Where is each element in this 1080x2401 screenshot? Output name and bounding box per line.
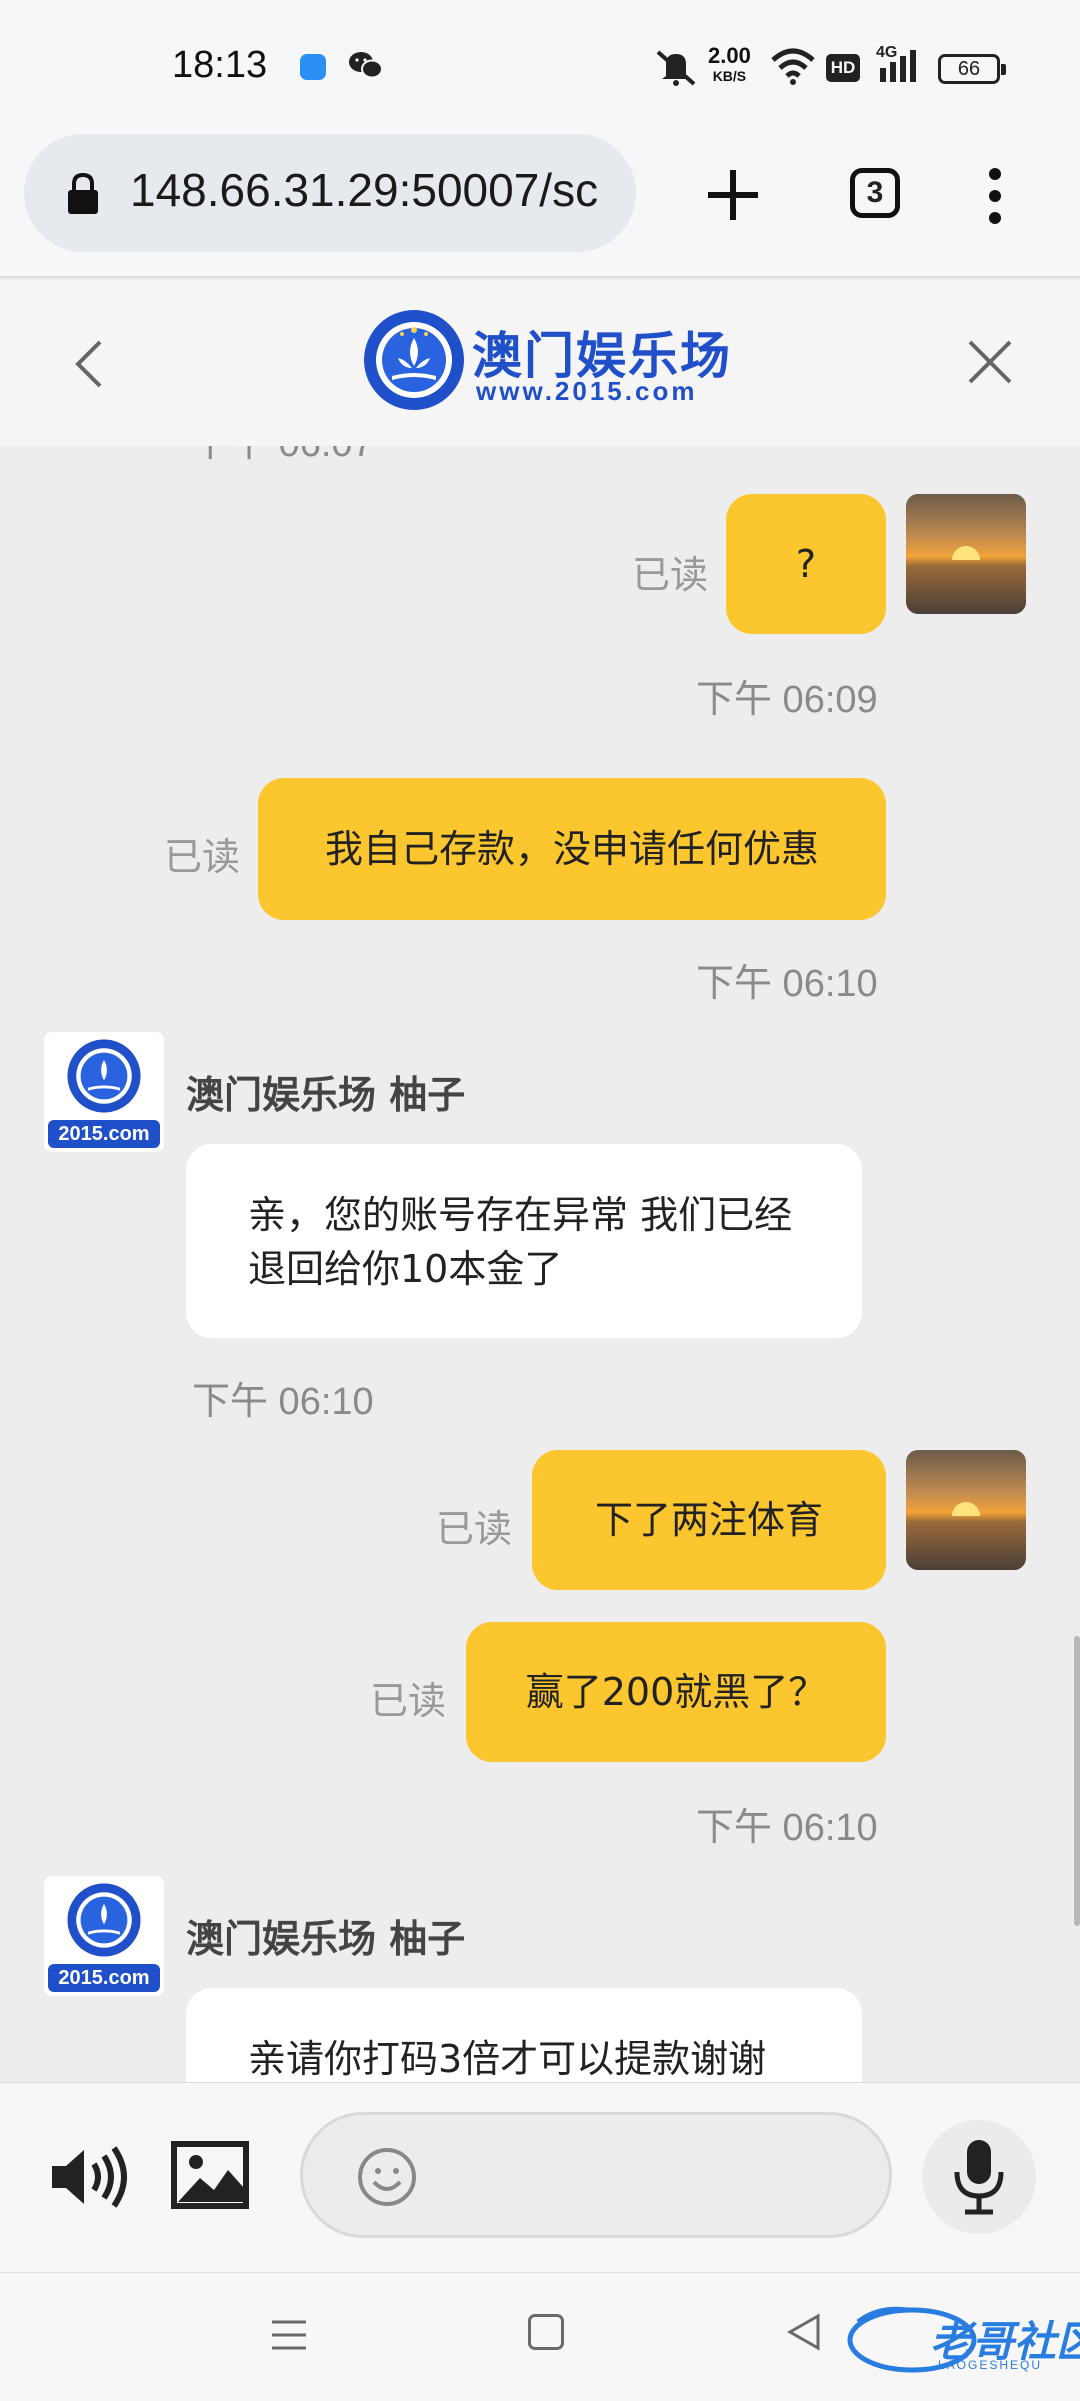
my-avatar[interactable] bbox=[906, 494, 1026, 614]
recent-apps-icon[interactable] bbox=[268, 2318, 310, 2352]
back-triangle-icon[interactable] bbox=[786, 2312, 822, 2352]
my-message-bubble[interactable]: 下了两注体育 bbox=[532, 1450, 886, 1590]
timestamp: 下午 06:10 bbox=[696, 1807, 878, 1849]
new-tab-icon[interactable] bbox=[700, 162, 766, 228]
chat-messages[interactable]: 下午 06:07 已读 ? 下午 06:09 已读 我自己存款，没申请任何优惠 … bbox=[0, 446, 1080, 2082]
close-icon[interactable] bbox=[964, 336, 1016, 388]
read-receipt: 已读 bbox=[436, 1507, 513, 1551]
timestamp: 下午 06:10 bbox=[192, 1381, 374, 1423]
scrollbar[interactable] bbox=[1074, 1636, 1080, 1926]
signal-icon bbox=[880, 50, 916, 82]
timestamp: 下午 06:10 bbox=[696, 963, 878, 1005]
lock-icon bbox=[68, 172, 98, 214]
image-upload-icon[interactable] bbox=[170, 2140, 250, 2210]
wechat-icon bbox=[349, 52, 383, 79]
microphone-icon bbox=[954, 2140, 1004, 2215]
agent-avatar-label: 2015.com bbox=[48, 1964, 160, 1992]
my-message-bubble[interactable]: 我自己存款，没申请任何优惠 bbox=[258, 778, 886, 920]
sender-name: 澳门娱乐场 柚子 bbox=[186, 1073, 466, 1117]
hd-badge: HD bbox=[826, 54, 860, 82]
emoji-icon[interactable] bbox=[356, 2146, 418, 2208]
voice-button[interactable] bbox=[922, 2120, 1036, 2234]
brand-url: www.2015.com bbox=[476, 376, 698, 406]
timestamp-partial: 下午 06:07 bbox=[192, 446, 374, 467]
net-speed: 2.00 KB/S bbox=[708, 43, 751, 85]
sender-name: 澳门娱乐场 柚子 bbox=[186, 1917, 466, 1961]
url-text[interactable]: 148.66.31.29:50007/sc bbox=[130, 160, 630, 220]
my-message-bubble[interactable]: 赢了200就黑了？ bbox=[466, 1622, 886, 1762]
home-button[interactable] bbox=[528, 2314, 564, 2350]
speaker-icon[interactable] bbox=[48, 2144, 132, 2210]
agent-message-bubble[interactable]: 亲，您的账号存在异常 我们已经退回给你10本金了 bbox=[186, 1144, 862, 1338]
back-arrow-icon[interactable] bbox=[70, 336, 110, 392]
my-message-bubble[interactable]: ? bbox=[726, 494, 886, 634]
read-receipt: 已读 bbox=[370, 1679, 447, 1723]
app-notification-icon bbox=[300, 54, 326, 80]
timestamp: 下午 06:09 bbox=[696, 679, 878, 721]
tab-switcher-button[interactable]: 3 bbox=[850, 168, 900, 218]
wifi-icon bbox=[771, 48, 815, 85]
agent-avatar[interactable]: 2015.com bbox=[44, 1032, 164, 1152]
agent-logo-icon bbox=[67, 1039, 141, 1113]
agent-avatar-label: 2015.com bbox=[48, 1120, 160, 1148]
battery-indicator: 66 bbox=[938, 54, 1006, 84]
brand-logo-icon bbox=[364, 310, 464, 410]
status-time: 18:13 bbox=[172, 44, 268, 86]
agent-message-bubble[interactable]: 亲请你打码3倍才可以提款谢谢 bbox=[186, 1988, 862, 2082]
agent-avatar[interactable]: 2015.com bbox=[44, 1876, 164, 1996]
more-menu-icon[interactable] bbox=[988, 166, 1002, 226]
my-avatar[interactable] bbox=[906, 1450, 1026, 1570]
agent-logo-icon bbox=[67, 1883, 141, 1957]
mute-icon bbox=[656, 50, 696, 86]
read-receipt: 已读 bbox=[164, 835, 241, 879]
read-receipt: 已读 bbox=[632, 553, 709, 597]
watermark-subtext: LAOGESHEQU bbox=[938, 2358, 1043, 2372]
